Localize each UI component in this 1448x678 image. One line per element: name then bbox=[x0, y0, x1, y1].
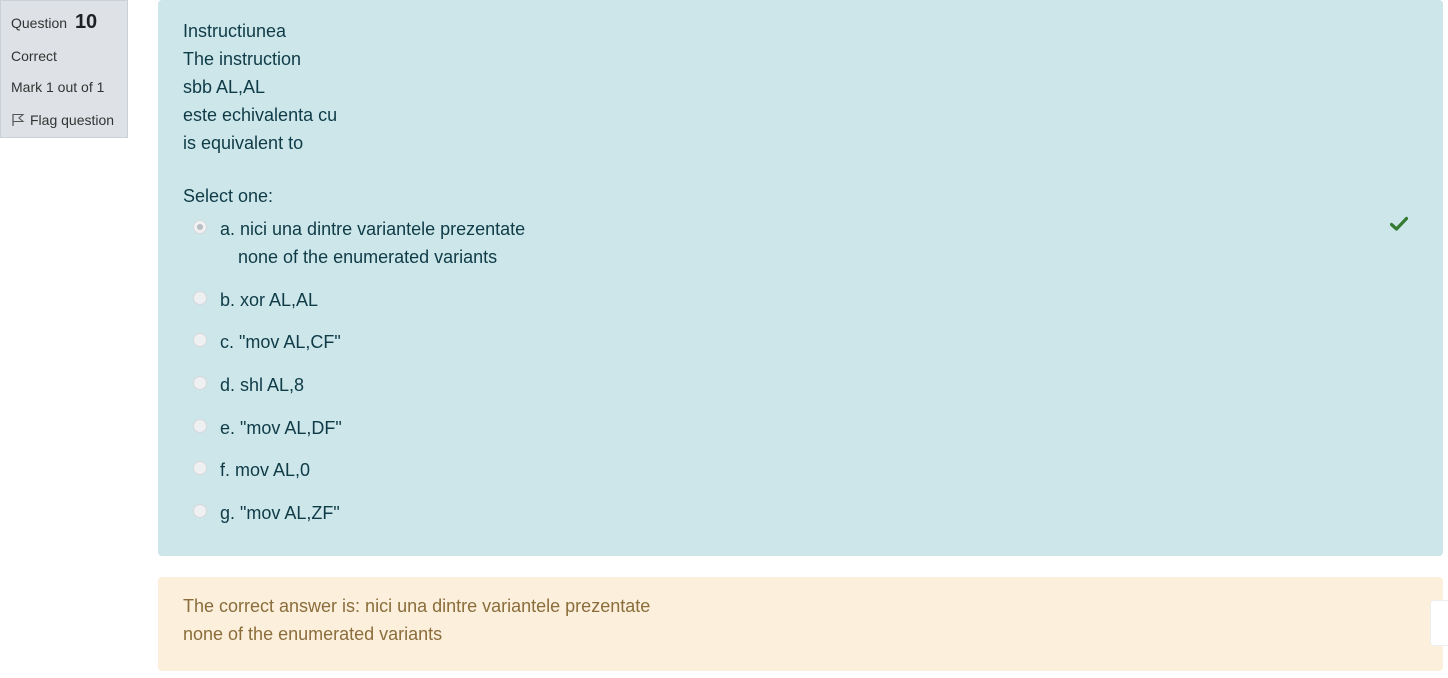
answer-label-line2: none of the enumerated variants bbox=[238, 247, 498, 267]
select-one-prompt: Select one: bbox=[183, 186, 274, 206]
answer-radio-g[interactable] bbox=[193, 504, 207, 518]
answer-label: g. "mov AL,ZF" bbox=[220, 503, 340, 523]
right-answer-line: The correct answer is: nici una dintre v… bbox=[183, 596, 651, 616]
question-formulation: Instructiunea The instruction sbb AL,AL … bbox=[158, 0, 1443, 556]
check-icon bbox=[1389, 216, 1409, 237]
answer-label: f. mov AL,0 bbox=[220, 460, 311, 480]
question-state: Correct bbox=[11, 48, 57, 64]
answer-label: b. xor AL,AL bbox=[220, 290, 319, 310]
question-text-line: sbb AL,AL bbox=[183, 77, 266, 97]
answer-radio-c[interactable] bbox=[193, 333, 207, 347]
answer-radio-e[interactable] bbox=[193, 419, 207, 433]
question-grade: Mark 1 out of 1 bbox=[11, 79, 105, 95]
answer-label: d. shl AL,8 bbox=[220, 375, 305, 395]
answer-radio-f[interactable] bbox=[193, 461, 207, 475]
answer-radio-b[interactable] bbox=[193, 291, 207, 305]
answer-option-b[interactable]: b. xor AL,AL bbox=[193, 286, 318, 314]
answer-option-d[interactable]: d. shl AL,8 bbox=[193, 371, 304, 399]
question-text: Instructiunea The instruction sbb AL,AL … bbox=[183, 17, 337, 157]
question-text-line: Instructiunea bbox=[183, 21, 287, 41]
question-text-line: este echivalenta cu bbox=[183, 105, 338, 125]
flag-icon bbox=[11, 113, 25, 127]
answer-radio-d[interactable] bbox=[193, 376, 207, 390]
right-answer-line: none of the enumerated variants bbox=[183, 624, 443, 644]
answer-option-f[interactable]: f. mov AL,0 bbox=[193, 456, 310, 484]
answer-label: c. "mov AL,CF" bbox=[220, 332, 341, 352]
right-answer: The correct answer is: nici una dintre v… bbox=[183, 592, 650, 648]
question-label: Question bbox=[11, 15, 68, 31]
answer-label: e. "mov AL,DF" bbox=[220, 418, 342, 438]
question-number-value: 10 bbox=[74, 11, 98, 33]
question-text-line: The instruction bbox=[183, 49, 302, 69]
answer-option-c[interactable]: c. "mov AL,CF" bbox=[193, 328, 341, 356]
answer-option-g[interactable]: g. "mov AL,ZF" bbox=[193, 499, 340, 527]
answer-radio-a[interactable] bbox=[193, 220, 207, 234]
answer-label: a. nici una dintre variantele prezentate bbox=[220, 219, 526, 239]
feedback-box: The correct answer is: nici una dintre v… bbox=[158, 577, 1443, 671]
side-drawer-tab[interactable] bbox=[1430, 600, 1448, 646]
question-text-line: is equivalent to bbox=[183, 133, 304, 153]
question-number: Question 10 bbox=[11, 11, 97, 34]
answer-option-a[interactable]: a. nici una dintre variantele prezentate… bbox=[193, 215, 525, 271]
flag-question-button[interactable]: Flag question bbox=[11, 112, 114, 128]
flag-question-label: Flag question bbox=[30, 112, 115, 128]
answer-option-e[interactable]: e. "mov AL,DF" bbox=[193, 414, 342, 442]
question-info-panel: Question 10 Correct Mark 1 out of 1 Flag… bbox=[0, 0, 128, 138]
